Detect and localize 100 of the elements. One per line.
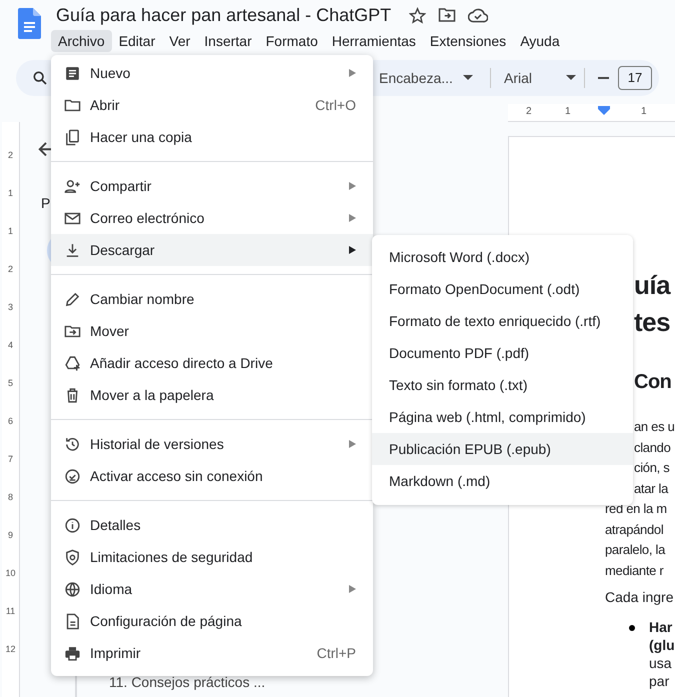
paragraph-text: mediante r (605, 562, 664, 580)
pencil-icon (64, 290, 81, 308)
menu-item[interactable]: Añadir acceso directo a Drive (51, 347, 373, 379)
menu-item[interactable]: Compartir (51, 170, 373, 202)
info-icon (64, 516, 81, 534)
list-item-text: usa (649, 654, 673, 672)
paragraph-text: Cada ingre (605, 588, 674, 607)
history-icon (64, 436, 81, 452)
ruler-number: 11 (6, 605, 16, 618)
submenu-arrow-icon (349, 440, 356, 448)
menu-item[interactable]: Historial de versiones (51, 428, 373, 460)
outline-item[interactable]: 11. Consejos prácticos ... (109, 672, 266, 694)
ruler-number: 10 (5, 567, 16, 580)
menu-item[interactable]: Hacer una copia (51, 121, 373, 153)
ruler-number: 6 (8, 415, 13, 428)
check-circle-icon (64, 468, 81, 484)
document-title[interactable]: Guía para hacer pan artesanal - ChatGPT (51, 6, 392, 24)
docs-logo-icon[interactable] (18, 8, 41, 39)
ruler-number: 1 (8, 187, 13, 200)
font-size-field[interactable]: 17 (618, 66, 652, 90)
menu-item[interactable]: Configuración de página (51, 605, 373, 637)
style-dropdown[interactable]: Encabeza... (379, 68, 483, 88)
menu-item[interactable]: Cambiar nombre (51, 283, 373, 315)
star-icon[interactable] (409, 6, 426, 24)
cloud-check-icon[interactable] (468, 8, 488, 22)
submenu-arrow-icon (349, 69, 356, 77)
menu-item[interactable]: Correo electrónico (51, 202, 373, 234)
document-title-text: tes (634, 306, 672, 339)
copy-icon (64, 128, 81, 146)
menu-item[interactable]: Ayuda (513, 30, 567, 52)
download-icon (64, 242, 81, 258)
paragraph-text: an es u (634, 418, 675, 436)
paragraph-text: red en la m (605, 500, 668, 518)
menu-item[interactable]: Descargar (51, 234, 373, 266)
submenu-item[interactable]: Documento PDF (.pdf) (372, 337, 633, 369)
shield-icon (64, 548, 81, 566)
document-title-text: uía (634, 269, 672, 302)
menu-item[interactable]: Mover a la papelera (51, 379, 373, 411)
triangle-plus-icon (64, 354, 81, 372)
search-icon[interactable] (32, 70, 48, 86)
submenu-item[interactable]: Formato de texto enriquecido (.rtf) (372, 305, 633, 337)
caret-icon (462, 75, 473, 81)
paragraph-text: atar la (634, 480, 670, 498)
list-item-text: par (649, 672, 670, 690)
menu-item[interactable]: Idioma (51, 573, 373, 605)
person-add-icon (64, 178, 81, 194)
submenu-arrow-icon (349, 585, 356, 593)
menu-item[interactable]: Detalles (51, 509, 373, 541)
menu-item[interactable]: Archivo (51, 30, 112, 52)
ruler-number: 2 (8, 149, 13, 162)
folder-arrow-icon[interactable] (438, 7, 456, 23)
ruler-number: 9 (8, 529, 13, 542)
menu-item[interactable]: Abrir Ctrl+O (51, 89, 373, 121)
ruler-number: 1 (641, 105, 647, 119)
menu-item[interactable]: Ver (162, 30, 198, 52)
submenu-arrow-icon (349, 246, 356, 254)
menu-item[interactable]: Insertar (197, 30, 259, 52)
ruler-number: 1 (8, 225, 13, 238)
printer-icon (64, 644, 81, 662)
indent-marker-icon[interactable] (598, 106, 610, 116)
ruler-number: 5 (8, 377, 13, 390)
submenu-arrow-icon (349, 182, 356, 190)
ruler-number: 8 (8, 491, 13, 504)
submenu-item[interactable]: Publicación EPUB (.epub) (372, 433, 633, 465)
menu-item[interactable]: Editar (112, 30, 162, 52)
ruler-number: 2 (8, 263, 13, 276)
list-item-text: Har (649, 618, 674, 636)
submenu-item[interactable]: Microsoft Word (.docx) (372, 241, 633, 273)
ruler-number: 7 (8, 453, 13, 466)
document-icon (64, 64, 81, 82)
paragraph-text: ción, s (634, 459, 670, 477)
menu-item[interactable]: Nuevo (51, 57, 373, 89)
paragraph-text: paralelo, la (605, 541, 666, 559)
font-dropdown[interactable]: Arial (498, 68, 576, 88)
outline-heading: P (41, 194, 52, 214)
shortcut-text: Ctrl+O (315, 96, 356, 114)
menu-item[interactable]: Imprimir Ctrl+P (51, 637, 373, 669)
paragraph-text: clando (634, 438, 672, 456)
ruler-number: 4 (8, 339, 13, 352)
menu-item[interactable]: Activar acceso sin conexión (51, 460, 373, 492)
ruler-number: 2 (526, 105, 532, 119)
menu-item[interactable]: Extensiones (422, 30, 514, 52)
page-icon (64, 612, 81, 630)
ruler-number: 1 (565, 105, 571, 119)
menu-item[interactable]: Limitaciones de seguridad (51, 541, 373, 573)
menu-item[interactable]: Mover (51, 315, 373, 347)
paragraph-text: atrapándol (605, 520, 664, 539)
globe-icon (64, 580, 81, 598)
menu-item[interactable]: Formato (258, 30, 325, 52)
menu-item[interactable]: Herramientas (324, 30, 423, 52)
submenu-item[interactable]: Página web (.html, comprimido) (372, 401, 633, 433)
shortcut-text: Ctrl+P (316, 644, 356, 662)
submenu-item[interactable]: Texto sin formato (.txt) (372, 369, 633, 401)
bullet-icon (629, 625, 635, 631)
submenu-item[interactable]: Markdown (.md) (372, 465, 633, 497)
ruler-number: 12 (5, 643, 16, 656)
submenu-item[interactable]: Formato OpenDocument (.odt) (372, 273, 633, 305)
section-heading: Con (634, 370, 672, 395)
caret-icon (566, 75, 576, 81)
submenu-arrow-icon (349, 214, 356, 222)
